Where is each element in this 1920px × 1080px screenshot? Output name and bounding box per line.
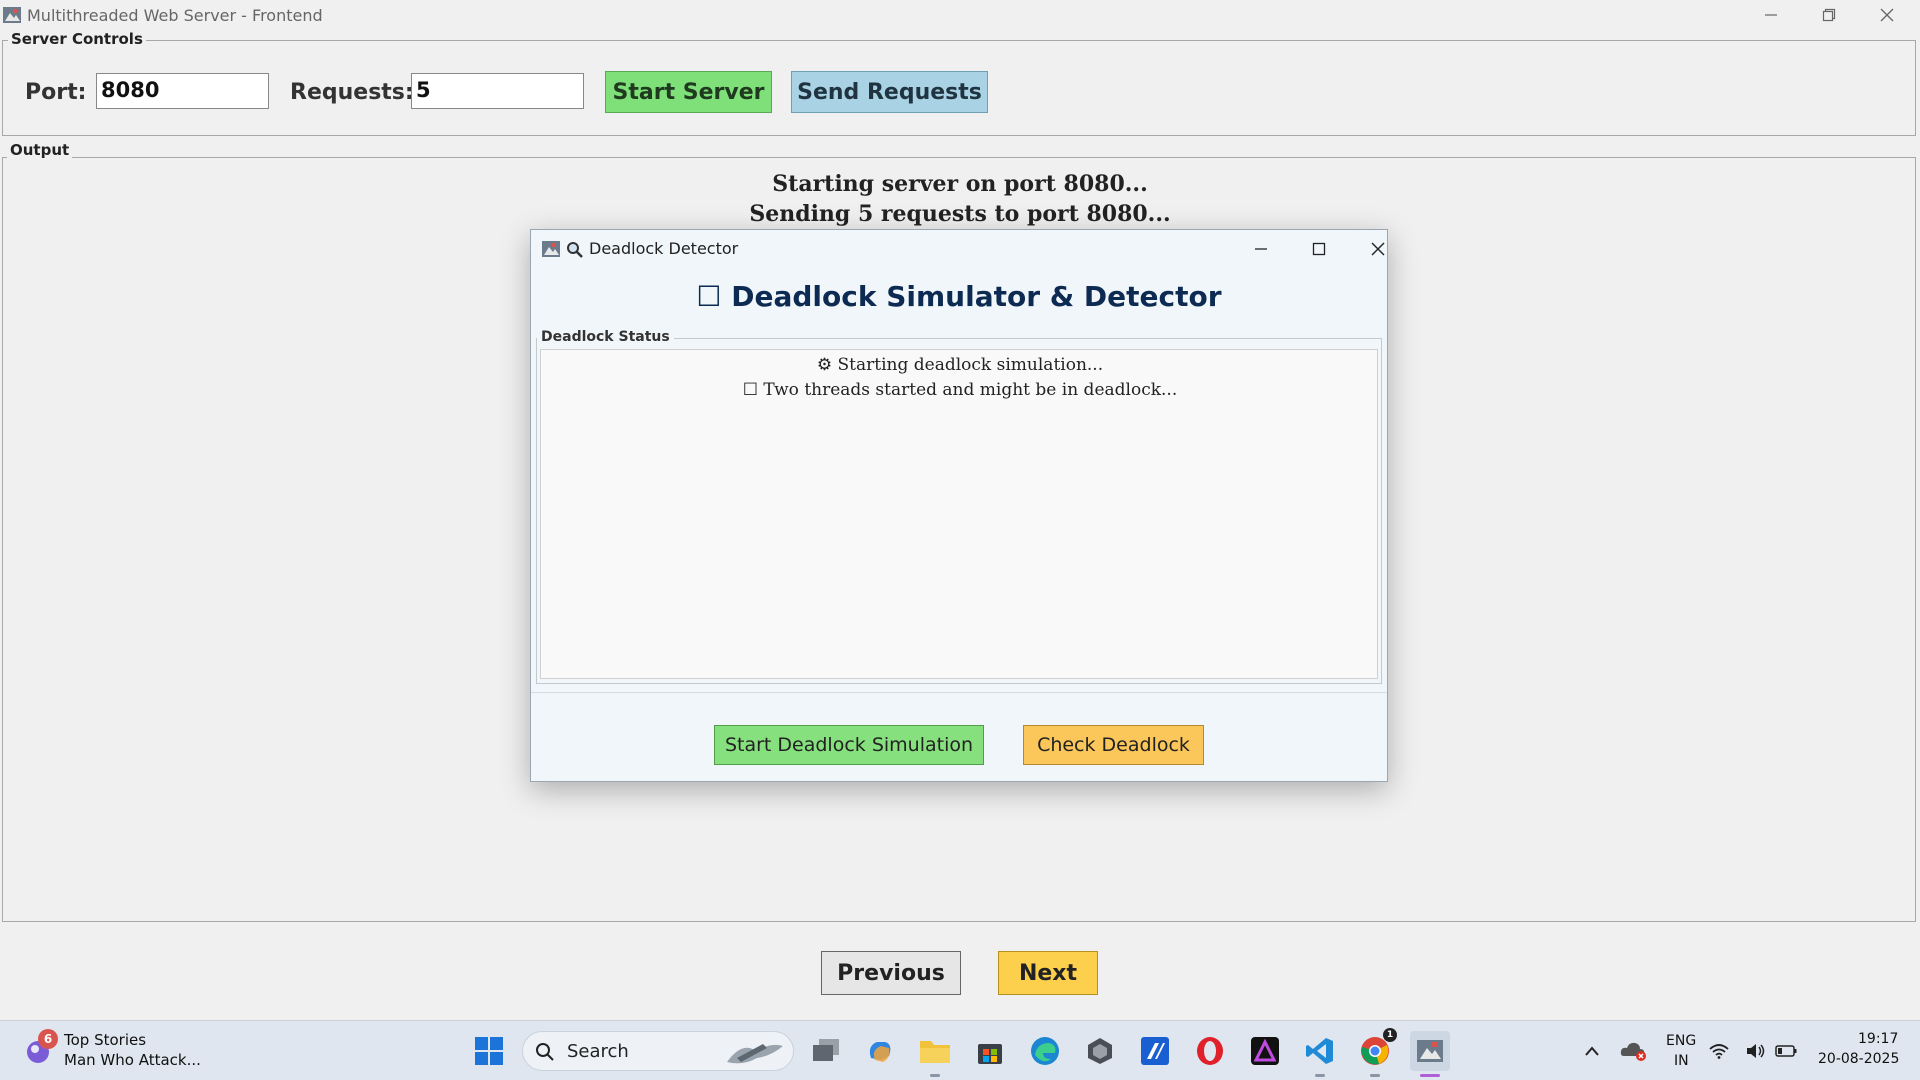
- dialog-heading: ☐ Deadlock Simulator & Detector: [696, 280, 1222, 313]
- cloud-error-icon: [1620, 1042, 1646, 1061]
- deadlock-status-group: ⚙ Starting deadlock simulation... ☐ Two …: [536, 338, 1382, 684]
- task-view-button[interactable]: [806, 1031, 846, 1071]
- running-indicator: [1370, 1074, 1380, 1077]
- battery-icon: [1775, 1045, 1797, 1057]
- running-indicator: [930, 1074, 940, 1077]
- wifi-button[interactable]: [1706, 1031, 1732, 1071]
- edge-button[interactable]: [1025, 1031, 1065, 1071]
- app-button[interactable]: [1135, 1031, 1175, 1071]
- show-hidden-icons-button[interactable]: [1572, 1031, 1612, 1071]
- previous-button[interactable]: Previous: [821, 951, 961, 995]
- clock-time[interactable]: 19:17: [1858, 1031, 1898, 1047]
- search-highlight-icon: [727, 1044, 783, 1064]
- battery-button[interactable]: [1774, 1031, 1798, 1071]
- slash-app-icon: [1141, 1037, 1169, 1065]
- dialog-maximize-button[interactable]: [1299, 234, 1339, 264]
- clock-date[interactable]: 20-08-2025: [1818, 1051, 1899, 1067]
- taskbar: 6 Top Stories Man Who Attack... Search 1…: [0, 1020, 1920, 1080]
- windows-icon: [475, 1037, 503, 1065]
- news-title[interactable]: Top Stories: [64, 1031, 146, 1049]
- output-title: Output: [7, 141, 73, 159]
- dialog-titlebar: Deadlock Detector: [531, 230, 1387, 268]
- volume-button[interactable]: [1744, 1031, 1768, 1071]
- chrome-badge: 1: [1383, 1028, 1397, 1042]
- main-titlebar: Multithreaded Web Server - Frontend: [0, 0, 1920, 29]
- start-deadlock-simulation-button[interactable]: Start Deadlock Simulation: [714, 725, 984, 765]
- app-icon: [3, 7, 21, 23]
- news-subtitle[interactable]: Man Who Attack...: [64, 1051, 201, 1069]
- minimize-button[interactable]: [1742, 0, 1800, 29]
- vscode-button[interactable]: [1300, 1031, 1340, 1071]
- dialog-separator: [531, 692, 1387, 693]
- opera-icon: [1197, 1037, 1223, 1065]
- chevron-up-icon: [1585, 1046, 1599, 1056]
- java-app-button[interactable]: [1410, 1031, 1450, 1071]
- copilot-button[interactable]: [860, 1031, 900, 1071]
- magnifier-icon: [567, 242, 583, 258]
- minimize-icon: [1255, 248, 1267, 250]
- close-button[interactable]: [1858, 0, 1916, 29]
- start-button[interactable]: [469, 1031, 509, 1071]
- status-line: ☐ Two threads started and might be in de…: [742, 380, 1178, 400]
- deadlock-status-log: ⚙ Starting deadlock simulation... ☐ Two …: [540, 349, 1378, 679]
- edge-icon: [1031, 1037, 1059, 1065]
- onedrive-button[interactable]: [1614, 1031, 1654, 1071]
- triangle-app-icon: [1251, 1037, 1279, 1065]
- port-label: Port:: [25, 80, 87, 105]
- unity-button[interactable]: [1080, 1031, 1120, 1071]
- arc-button[interactable]: [1245, 1031, 1285, 1071]
- requests-input[interactable]: 5: [411, 73, 584, 109]
- news-badge: 6: [38, 1029, 58, 1049]
- search-icon: [536, 1043, 554, 1061]
- requests-label: Requests:: [290, 80, 414, 105]
- vscode-icon: [1306, 1038, 1333, 1064]
- dialog-title: Deadlock Detector: [589, 239, 739, 258]
- check-deadlock-button[interactable]: Check Deadlock: [1023, 725, 1204, 765]
- store-button[interactable]: [970, 1031, 1010, 1071]
- folder-icon: [920, 1041, 950, 1063]
- restore-button[interactable]: [1800, 0, 1858, 29]
- speaker-icon: [1747, 1044, 1765, 1058]
- file-explorer-button[interactable]: [915, 1031, 955, 1071]
- app-icon: [1417, 1040, 1443, 1062]
- output-line: Starting server on port 8080...: [772, 171, 1148, 197]
- wifi-icon: [1709, 1044, 1729, 1059]
- deadlock-dialog: Deadlock Detector ☐ Deadlock Simulator &…: [530, 229, 1388, 782]
- dialog-close-button[interactable]: [1358, 234, 1398, 264]
- dialog-minimize-button[interactable]: [1241, 234, 1281, 264]
- minimize-icon: [1765, 13, 1777, 16]
- deadlock-status-title: Deadlock Status: [537, 329, 674, 345]
- task-view-icon: [813, 1039, 839, 1061]
- store-icon: [978, 1044, 1002, 1064]
- restore-icon: [1822, 8, 1836, 21]
- close-icon: [1371, 242, 1385, 256]
- app-icon: [542, 241, 560, 257]
- cube-icon: [1088, 1038, 1112, 1064]
- search-label: Search: [567, 1041, 629, 1062]
- output-line: Sending 5 requests to port 8080...: [749, 201, 1171, 227]
- running-indicator: [1315, 1074, 1325, 1077]
- send-requests-button[interactable]: Send Requests: [791, 71, 988, 113]
- search-box[interactable]: Search: [522, 1031, 794, 1071]
- port-input[interactable]: 8080: [96, 73, 269, 109]
- start-server-button[interactable]: Start Server: [605, 71, 772, 113]
- window-title: Multithreaded Web Server - Frontend: [27, 6, 323, 25]
- region-indicator[interactable]: IN: [1674, 1053, 1689, 1069]
- active-indicator: [1420, 1074, 1440, 1077]
- server-controls-title: Server Controls: [8, 30, 146, 48]
- close-icon: [1880, 8, 1894, 21]
- language-indicator[interactable]: ENG: [1666, 1033, 1696, 1049]
- copilot-icon: [869, 1042, 891, 1062]
- opera-button[interactable]: [1190, 1031, 1230, 1071]
- status-line: ⚙ Starting deadlock simulation...: [816, 355, 1104, 375]
- maximize-icon: [1312, 242, 1326, 256]
- next-button[interactable]: Next: [998, 951, 1098, 995]
